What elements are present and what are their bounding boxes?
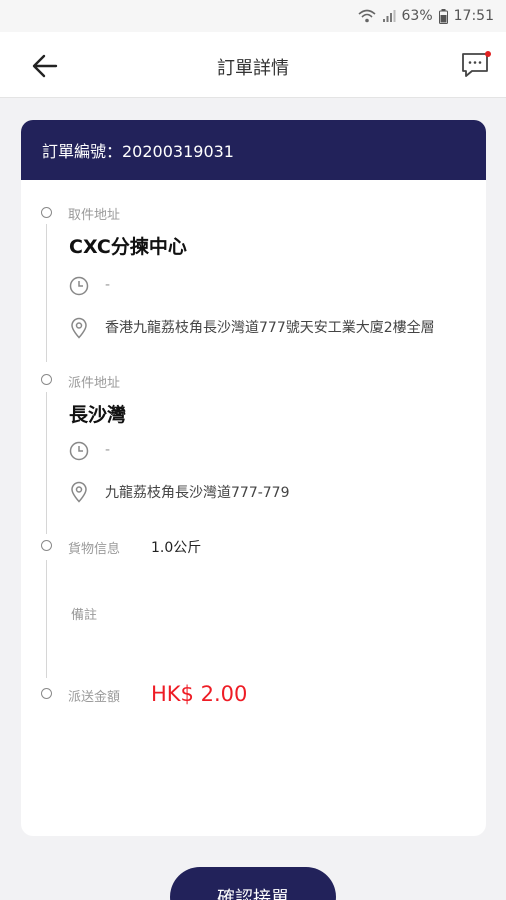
- delivery-time: -: [105, 442, 111, 458]
- location-pin-icon: [69, 481, 89, 507]
- clock-time: 17:51: [453, 8, 494, 24]
- pickup-label: 取件地址: [68, 208, 121, 223]
- wifi-icon: [357, 9, 376, 23]
- message-button[interactable]: [460, 50, 494, 80]
- battery-icon: [438, 8, 448, 24]
- timeline-dot: [41, 207, 52, 218]
- clock-icon: [69, 276, 89, 300]
- timeline-line: [46, 224, 47, 362]
- pickup-time: -: [105, 277, 111, 293]
- pickup-name: CXC分揀中心: [69, 236, 187, 258]
- delivery-address: 九龍荔枝角長沙灣道777-779: [105, 485, 290, 501]
- delivery-label: 派件地址: [68, 376, 121, 391]
- app-bar: 訂單詳情: [0, 32, 506, 98]
- order-card: 訂單編號：20200319031 取件地址 CXC分揀中心 - 香港九龍荔枝角長…: [21, 120, 486, 836]
- goods-label: 貨物信息: [68, 542, 121, 557]
- goods-weight: 1.0公斤: [151, 540, 202, 556]
- chat-icon: [462, 51, 491, 77]
- timeline-line: [46, 392, 47, 534]
- notification-dot: [485, 51, 491, 57]
- confirm-order-button[interactable]: 確認接單: [170, 867, 336, 900]
- location-pin-icon: [69, 317, 89, 343]
- timeline-dot: [41, 374, 52, 385]
- order-number: 訂單編號：20200319031: [21, 120, 486, 180]
- delivery-fee: HK$ 2.00: [151, 682, 248, 706]
- delivery-name: 長沙灣: [69, 404, 127, 426]
- remark-label: 備註: [71, 608, 98, 623]
- pickup-address: 香港九龍荔枝角長沙灣道777號天安工業大廈2樓全層: [105, 320, 435, 336]
- fee-label: 派送金額: [68, 690, 121, 705]
- status-bar: 63% 17:51: [0, 0, 506, 32]
- timeline-line: [46, 560, 47, 678]
- timeline-dot: [41, 688, 52, 699]
- clock-icon: [69, 441, 89, 465]
- timeline-dot: [41, 540, 52, 551]
- battery-percent: 63%: [401, 8, 433, 24]
- page-title: 訂單詳情: [217, 58, 289, 79]
- signal-icon: [382, 9, 396, 23]
